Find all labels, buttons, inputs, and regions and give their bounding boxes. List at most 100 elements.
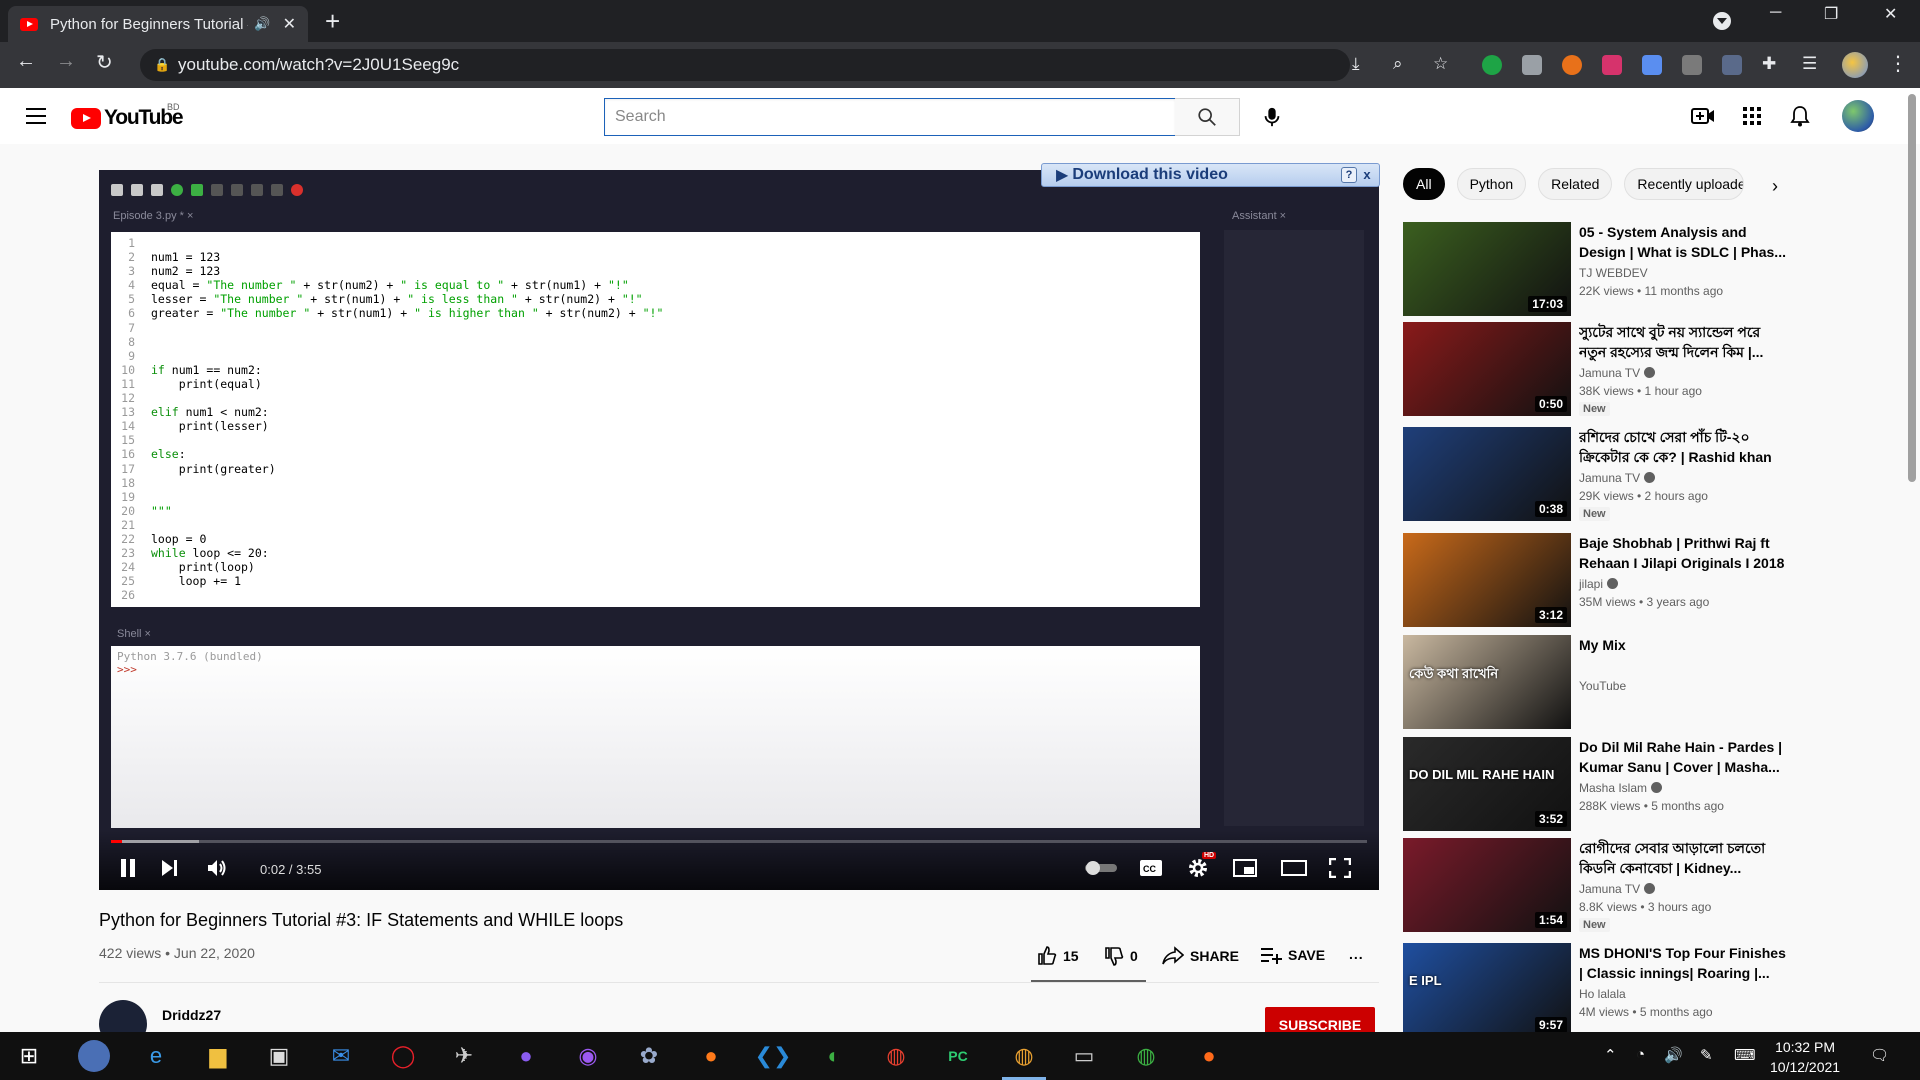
file-explorer-icon[interactable]: ▆ [202,1040,234,1072]
captions-button[interactable]: CC [1139,854,1163,882]
pen-extension-icon[interactable] [1722,55,1742,75]
video-thumbnail[interactable]: 3:12 [1403,533,1571,627]
recommendation-channel[interactable]: TJ WEBDEV [1579,266,1648,280]
recommendation-item[interactable]: E IPL 9:57 MS DHONI'S Top Four Finishes | … [1403,943,1903,1037]
speaker-icon[interactable]: 🔊 [254,16,270,32]
recommendation-channel[interactable]: Jamuna TV [1579,882,1656,896]
theater-mode-button[interactable] [1281,854,1307,882]
video-thumbnail[interactable]: কেউ কথা রাখেনি [1403,635,1571,729]
recommendation-title[interactable]: রশিদের চোখে সেরা পাঁচ টি-২০ ক্রিকেটার কে… [1579,427,1789,467]
video-thumbnail[interactable]: 1:54 [1403,838,1571,932]
keyboard-icon[interactable]: ⌨ [1734,1046,1756,1064]
windows-start-icon[interactable]: ⊞ [13,1040,45,1072]
terminal-icon[interactable]: ▭ [1068,1040,1100,1072]
window-close-icon[interactable]: ✕ [1884,4,1897,24]
download-video-badge[interactable]: ▶ Download this video ? x [1041,163,1380,187]
taskbar-clock[interactable]: 10:32 PM 10/12/2021 [1770,1037,1840,1077]
screen-extension-icon[interactable] [1682,55,1702,75]
video-thumbnail[interactable]: 0:38 [1403,427,1571,521]
guide-menu-icon[interactable] [26,108,46,124]
like-button[interactable]: 15 [1037,946,1079,966]
apps-grid-icon[interactable] [1740,104,1764,128]
opera-icon[interactable]: ◯ [387,1040,419,1072]
taskbar-qb-icon[interactable] [78,1040,110,1072]
vscode-icon[interactable]: ❮❯ [755,1040,792,1072]
tray-overflow-icon[interactable]: ⌃ [1604,1046,1617,1064]
miniplayer-button[interactable] [1233,854,1257,882]
recommendation-title[interactable]: 05 - System Analysis and Design | What i… [1579,222,1789,262]
recommendation-channel[interactable]: Ho lalala [1579,987,1626,1001]
recommendation-title[interactable]: MS DHONI'S Top Four Finishes | Classic i… [1579,943,1789,983]
paint-icon[interactable]: ✿ [633,1040,665,1072]
chip-python[interactable]: Python [1456,168,1527,200]
fullscreen-button[interactable] [1329,854,1351,882]
github-icon[interactable]: ◉ [572,1040,604,1072]
chip-recently-uploaded[interactable]: Recently uploaded [1624,168,1745,200]
notifications-bell-icon[interactable] [1788,104,1812,128]
pen-tray-icon[interactable]: ✎ [1700,1046,1713,1064]
chip-all[interactable]: All [1403,168,1445,200]
bookmark-star-icon[interactable]: ☆ [1433,54,1448,74]
recommendation-title[interactable]: My Mix [1579,635,1789,655]
recommendation-channel[interactable]: YouTube [1579,679,1626,693]
minimize-icon[interactable]: ─ [1770,4,1781,22]
mail-icon[interactable]: ✉ [325,1040,357,1072]
volume-button[interactable] [207,854,229,882]
postman-icon[interactable]: ● [1193,1040,1225,1072]
notification-center-icon[interactable]: 🗨 [1870,1046,1889,1064]
video-thumbnail[interactable]: 0:50 [1403,322,1571,416]
media-queue-icon[interactable]: ☰ [1802,54,1817,74]
new-tab-button[interactable]: + [325,6,340,36]
lock-icon[interactable]: 🔒 [154,49,170,81]
video-thumbnail[interactable]: E IPL 9:57 [1403,943,1571,1037]
recommendation-channel[interactable]: Jamuna TV [1579,471,1656,485]
download-close-icon[interactable]: x [1359,167,1375,183]
pycharm-icon[interactable]: PC [942,1040,974,1072]
chrome-profile-icon[interactable]: ◍ [880,1040,912,1072]
recommendation-title[interactable]: রোগীদের সেবার আড়ালো চলতো কিডনি কেনাবেচা… [1579,838,1789,878]
extension-icon[interactable] [1562,55,1582,75]
satellite-app-icon[interactable]: ✈ [448,1040,480,1072]
zoom-icon[interactable]: ⌕ [1393,54,1403,74]
save-button[interactable]: SAVE [1260,946,1325,964]
video-thumbnail[interactable]: DO DIL MIL RAHE HAIN 3:52 [1403,737,1571,831]
browser-menu-icon[interactable]: ⋮ [1888,51,1908,76]
chrome-alt-icon[interactable]: ◍ [1130,1040,1162,1072]
grammarly-extension-icon[interactable] [1482,55,1502,75]
firefox-icon[interactable]: ● [695,1040,727,1072]
chip-related[interactable]: Related [1538,168,1613,200]
recommendation-channel[interactable]: Jamuna TV [1579,366,1656,380]
close-tab-icon[interactable]: ✕ [283,14,296,34]
address-bar[interactable]: 🔒 youtube.com/watch?v=2J0U1Seeg9c [140,49,1350,81]
browser-profile-avatar[interactable] [1842,52,1868,78]
recommendation-item[interactable]: 3:12 Baje Shobhab | Prithwi Raj ft Rehaan… [1403,533,1903,627]
chrome-icon[interactable]: ◍ [1008,1040,1040,1072]
chevron-right-icon[interactable]: › [1772,176,1778,197]
recommendation-title[interactable]: Baje Shobhab | Prithwi Raj ft Rehaan I J… [1579,533,1789,573]
forward-icon[interactable]: → [56,50,76,73]
channel-name[interactable]: Driddz27 [162,1007,221,1023]
recommendation-channel[interactable]: Masha Islam [1579,781,1663,795]
recommendation-item[interactable]: 17:03 05 - System Analysis and Design | W… [1403,222,1903,316]
video-player[interactable]: Episode 3.py * × Assistant × 1 2 3 4 5 6… [99,170,1379,890]
edge-icon[interactable]: e [140,1040,172,1072]
recommendation-title[interactable]: Do Dil Mil Rahe Hain - Pardes | Kumar Sa… [1579,737,1789,777]
share-button[interactable]: SHARE [1162,946,1239,966]
download-extension-icon[interactable] [1642,55,1662,75]
volume-tray-icon[interactable]: 🔊 [1664,1046,1683,1064]
search-input[interactable] [604,98,1176,136]
network-icon[interactable]: ◔ [1636,1046,1645,1063]
reload-icon[interactable]: ↻ [96,50,113,75]
play-extension-icon[interactable] [1602,55,1622,75]
youtube-account-avatar[interactable] [1842,100,1874,132]
camera-extension-icon[interactable] [1522,55,1542,75]
create-video-icon[interactable] [1691,104,1715,128]
progress-bar[interactable] [111,840,1367,843]
autoplay-toggle[interactable] [1083,854,1119,882]
recommendation-item[interactable]: 1:54 রোগীদের সেবার আড়ালো চলতো কিডনি কেনা… [1403,838,1903,932]
install-icon[interactable]: ⤓ [1352,54,1360,74]
next-button[interactable] [161,854,179,882]
youtube-logo[interactable]: YouTube [71,106,184,130]
dislike-button[interactable]: 0 [1104,946,1138,966]
recommendation-item[interactable]: কেউ কথা রাখেনি My Mix YouTube [1403,635,1903,729]
